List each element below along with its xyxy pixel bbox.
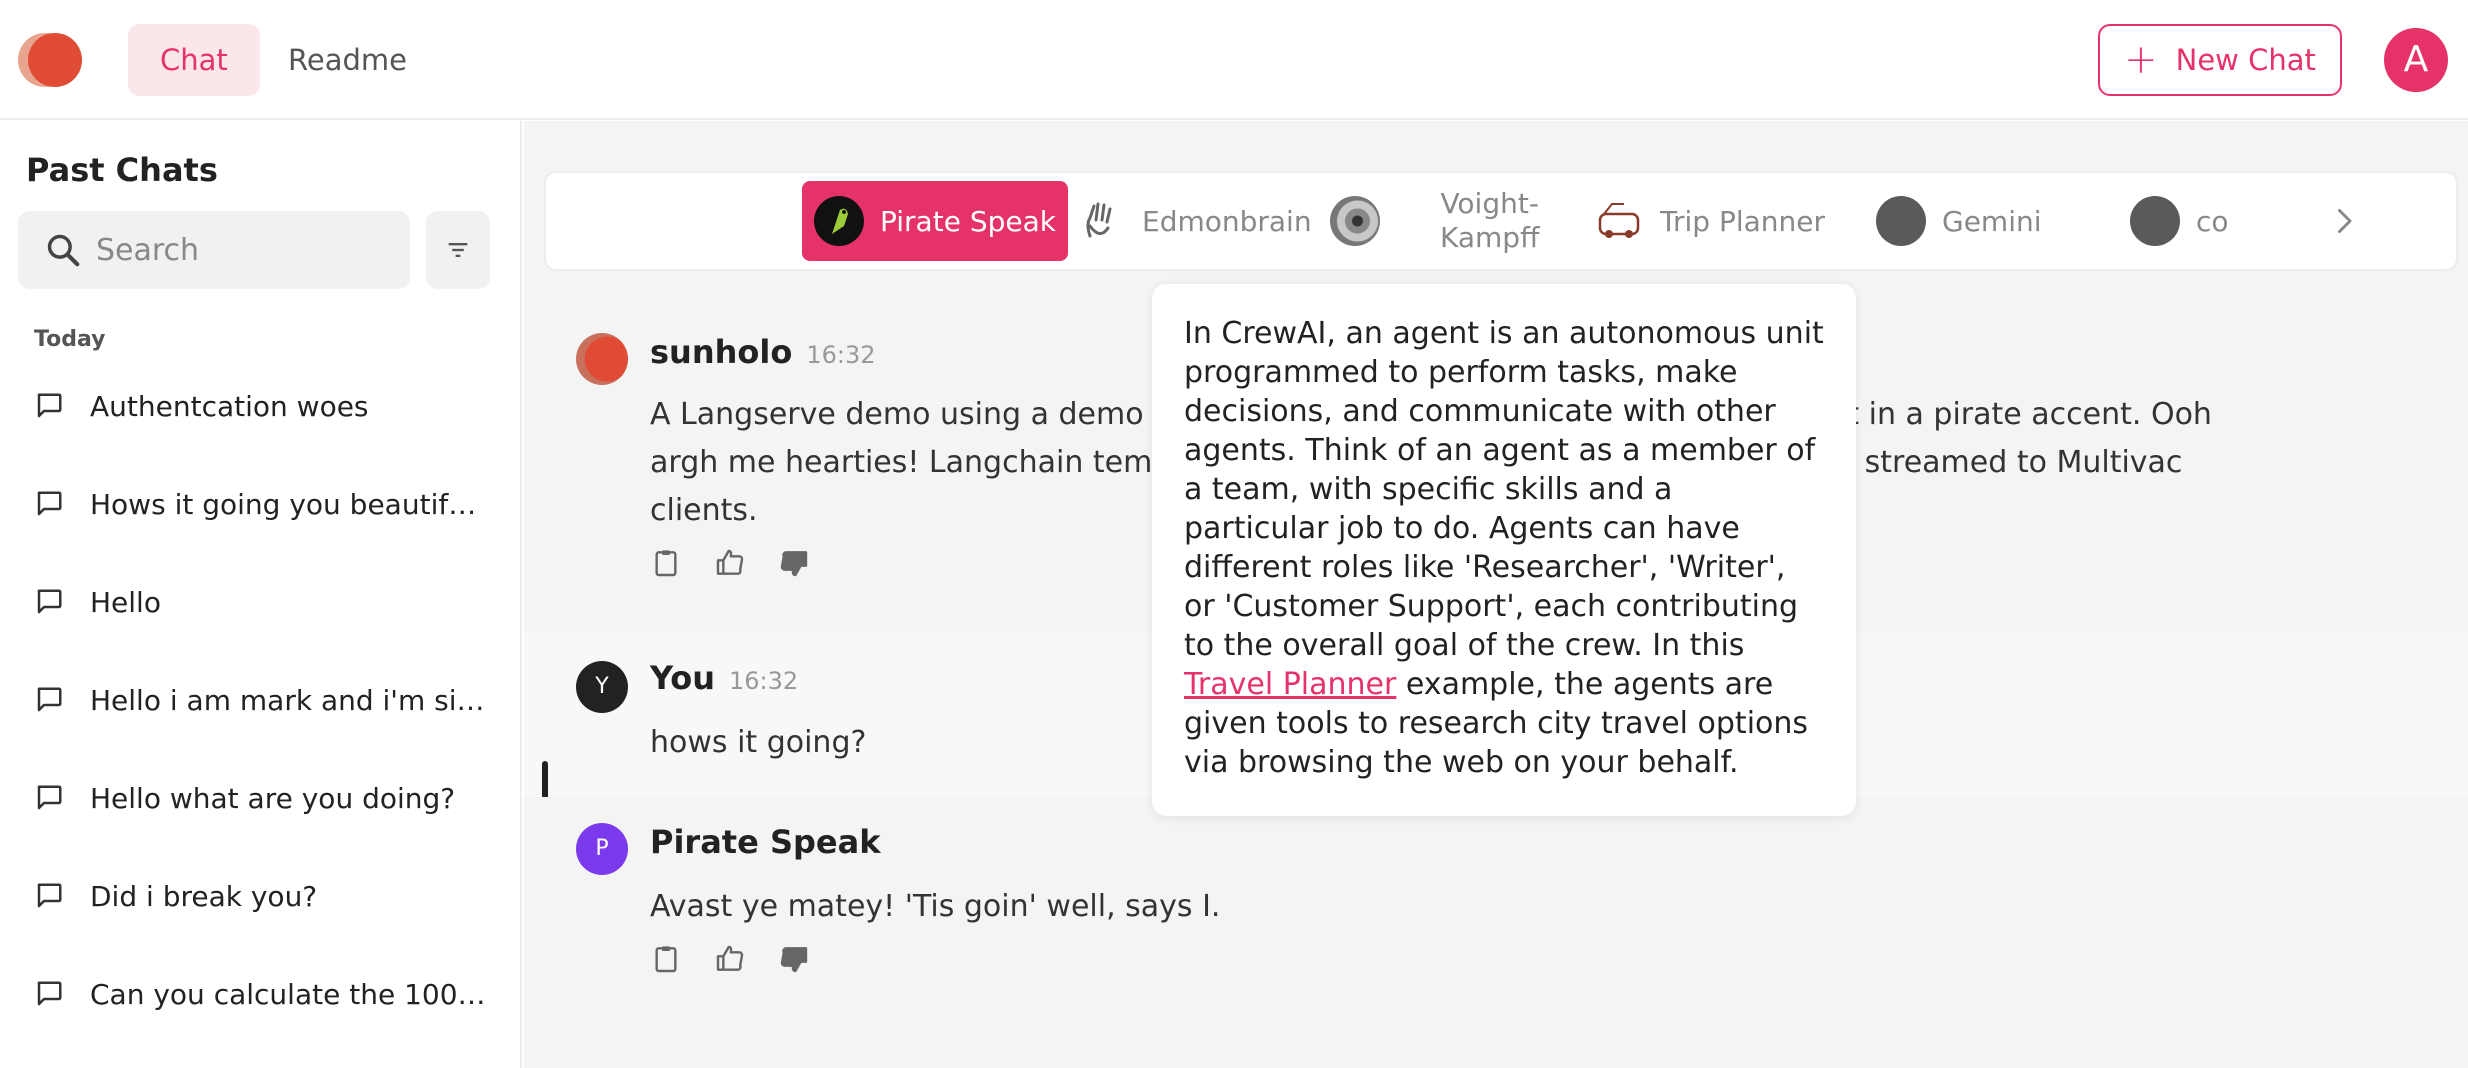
message-actions <box>650 547 810 579</box>
new-chat-label: New Chat <box>2175 43 2316 77</box>
message-time: 16:32 <box>729 667 799 695</box>
agent-pirate-speak[interactable]: Pirate Speak <box>802 181 1068 261</box>
chat-label: Can you calculate the 100th prime <box>90 977 490 1011</box>
new-chat-button[interactable]: + New Chat <box>2098 24 2342 96</box>
search-icon <box>47 234 80 267</box>
past-chats-title: Past Chats <box>26 151 218 189</box>
message-row: P Pirate Speak Avast ye matey! 'Tis goin… <box>524 797 2468 1017</box>
sidebar: Past Chats Today Authentcation woes Hows… <box>0 121 522 1068</box>
list-item[interactable]: Hello i am mark and i'm sitting here <box>0 651 520 749</box>
avatar: P <box>576 823 628 875</box>
message-time: 16:32 <box>806 341 876 369</box>
search-input[interactable] <box>96 223 396 277</box>
tab-chat[interactable]: Chat <box>128 24 260 96</box>
parrot-icon <box>814 196 864 246</box>
agent-label: Trip Planner <box>1660 204 1826 238</box>
chat-bubble-icon <box>37 393 62 418</box>
list-item[interactable]: Hello <box>0 553 520 651</box>
clipboard-icon[interactable] <box>650 943 682 975</box>
eye-icon <box>1330 196 1380 246</box>
hand-icon <box>1076 196 1126 246</box>
chat-label: Authentcation woes <box>90 389 369 423</box>
message-author: Pirate Speak <box>650 823 881 861</box>
message-body: Avast ye matey! 'Tis goin' well, says I. <box>650 889 1221 924</box>
agent-co[interactable]: co <box>2118 181 2241 261</box>
chat-bubble-icon <box>37 589 62 614</box>
message-author: You 16:32 <box>650 659 799 697</box>
chat-label: Hows it going you beautiful thing <box>90 487 490 521</box>
message-body: hows it going? <box>650 725 867 760</box>
list-item[interactable]: Can you calculate the 100th prime <box>0 945 520 1043</box>
message-author: sunholo 16:32 <box>650 333 876 371</box>
co-icon <box>2130 196 2180 246</box>
scroll-handle[interactable] <box>542 761 548 799</box>
chat-bubble-icon <box>37 491 62 516</box>
user-avatar[interactable]: A <box>2384 28 2448 92</box>
agent-edmonbrain[interactable]: Edmonbrain <box>1064 181 1324 261</box>
chat-bubble-icon <box>37 981 62 1006</box>
agent-label: Edmonbrain <box>1142 204 1312 238</box>
agent-voight-kampff[interactable]: Voight- Kampff <box>1318 181 1551 261</box>
list-item[interactable]: Did i break you? <box>0 847 520 945</box>
avatar: Y <box>576 661 628 713</box>
list-item[interactable]: Hows it going you beautiful thing <box>0 455 520 553</box>
list-item[interactable]: Authentcation woes <box>0 357 520 455</box>
chat-label: Did i break you? <box>90 879 318 913</box>
chat-label: Hello <box>90 585 161 619</box>
chevron-right-icon[interactable] <box>2326 203 2362 239</box>
chat-label: Hello i am mark and i'm sitting here <box>90 683 490 717</box>
agent-tooltip: In CrewAI, an agent is an autonomous uni… <box>1152 284 1856 816</box>
travel-planner-link[interactable]: Travel Planner <box>1184 667 1396 702</box>
thumbs-down-icon[interactable] <box>778 547 810 579</box>
top-bar: Chat Readme + New Chat A <box>0 0 2468 120</box>
chat-bubble-icon <box>37 687 62 712</box>
chat-bubble-icon <box>37 785 62 810</box>
agent-label: Pirate Speak <box>880 204 1056 238</box>
avatar <box>576 333 628 385</box>
gemini-icon <box>1876 196 1926 246</box>
thumbs-down-icon[interactable] <box>778 943 810 975</box>
tooltip-text: In CrewAI, an agent is an autonomous uni… <box>1184 316 1824 663</box>
agent-label: Voight- Kampff <box>1440 187 1540 254</box>
filter-button[interactable] <box>426 211 490 289</box>
bus-icon <box>1594 196 1644 246</box>
chat-label: Hello what are you doing? <box>90 781 456 815</box>
agent-gemini[interactable]: Gemini <box>1864 181 2054 261</box>
plus-icon: + <box>2124 37 2158 83</box>
chat-list: Authentcation woes Hows it going you bea… <box>0 357 520 1043</box>
list-item[interactable]: Hello what are you doing? <box>0 749 520 847</box>
agent-trip-planner[interactable]: Trip Planner <box>1582 181 1837 261</box>
filter-icon <box>448 243 468 257</box>
chat-bubble-icon <box>37 883 62 908</box>
message-actions <box>650 943 810 975</box>
agent-label: co <box>2196 204 2229 238</box>
app-logo[interactable] <box>18 33 82 87</box>
thumbs-up-icon[interactable] <box>714 943 746 975</box>
section-today: Today <box>34 327 106 352</box>
tab-readme[interactable]: Readme <box>256 24 439 96</box>
thumbs-up-icon[interactable] <box>714 547 746 579</box>
agent-label: Gemini <box>1942 204 2042 238</box>
clipboard-icon[interactable] <box>650 547 682 579</box>
search-box[interactable] <box>18 211 410 289</box>
agent-selector: Pirate Speak Edmonbrain Voight- Kampff T… <box>544 171 2458 271</box>
